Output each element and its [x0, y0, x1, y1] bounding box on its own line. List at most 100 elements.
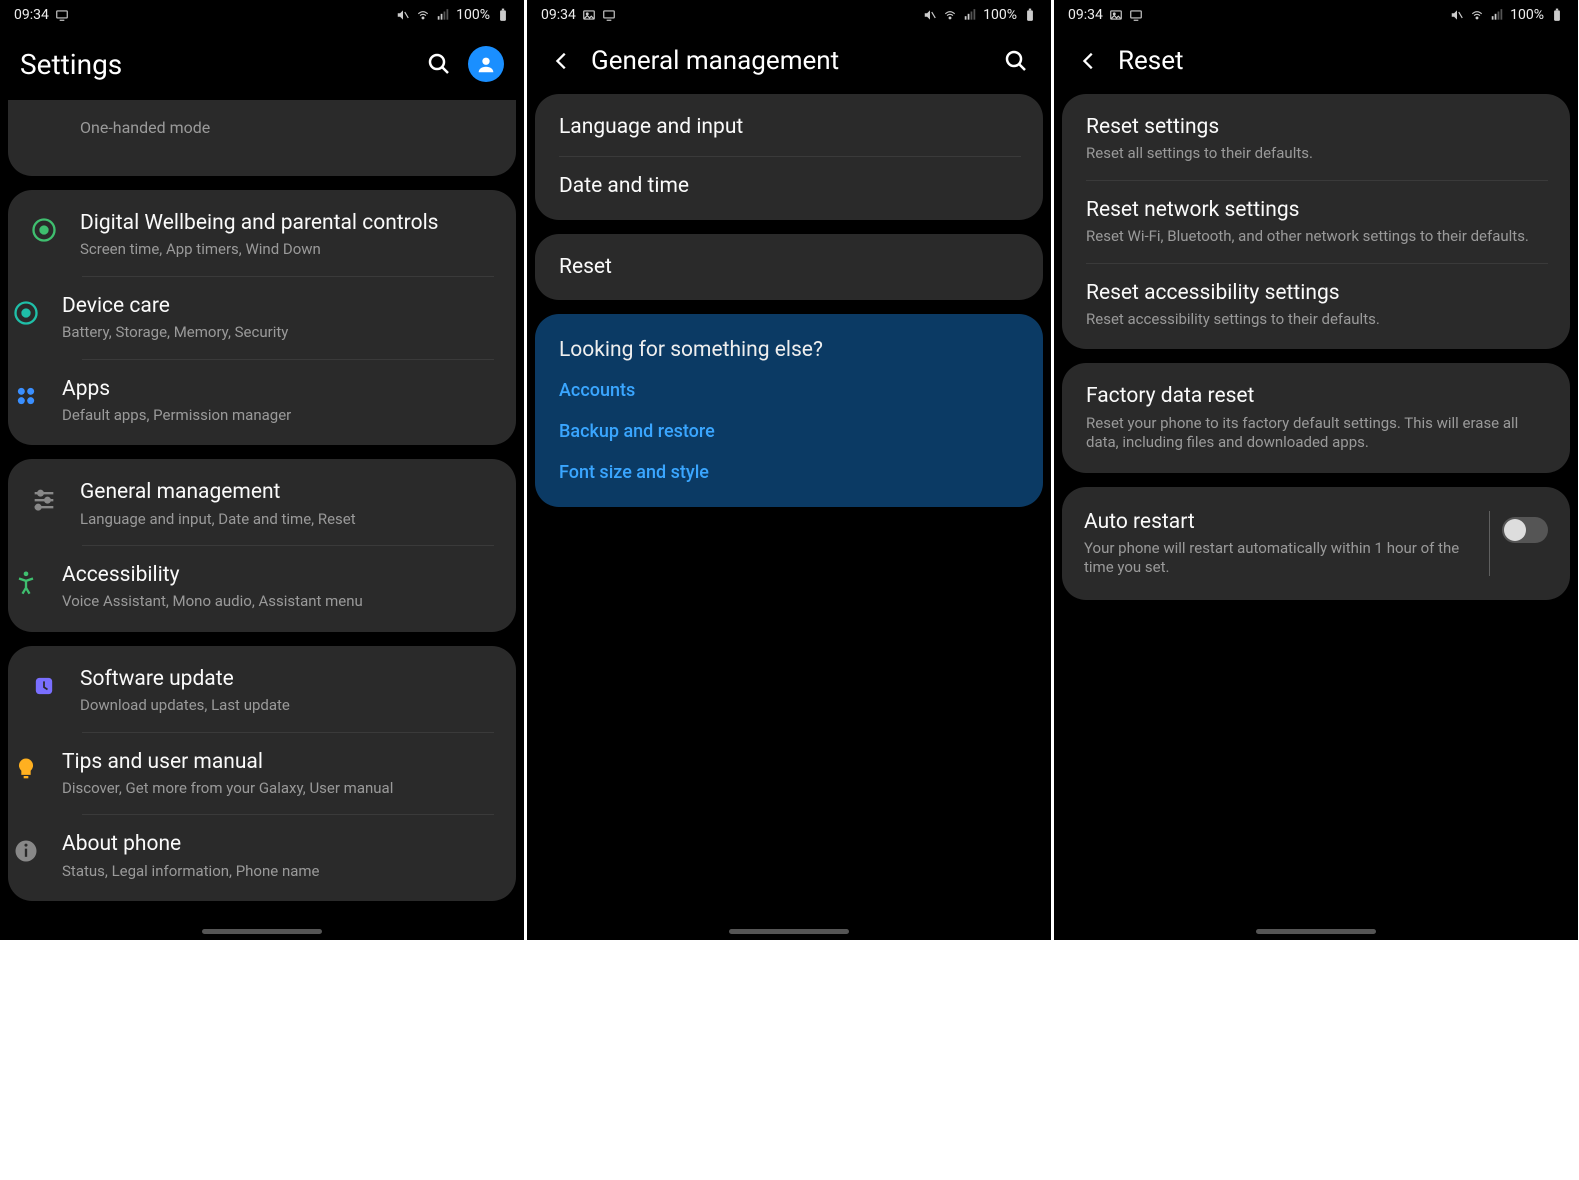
- row-sub: Download updates, Last update: [80, 696, 494, 716]
- status-time: 09:34: [541, 7, 576, 23]
- row-title: Auto restart: [1084, 509, 1465, 535]
- gm-card: Language and input Date and time: [535, 94, 1043, 220]
- settings-row-device-care[interactable]: Device care Battery, Storage, Memory, Se…: [82, 276, 494, 359]
- auto-restart-card: Auto restart Your phone will restart aut…: [1062, 487, 1570, 600]
- status-battery: 100%: [983, 7, 1017, 23]
- wifi-icon: [1470, 8, 1484, 22]
- wellbeing-icon: [26, 212, 62, 248]
- row-title: About phone: [62, 831, 494, 857]
- status-battery: 100%: [456, 7, 490, 23]
- row-title: Apps: [62, 376, 494, 402]
- row-title: Factory data reset: [1086, 383, 1548, 409]
- row-title: Device care: [62, 293, 494, 319]
- settings-card: Software update Download updates, Last u…: [8, 646, 516, 901]
- info-icon: [8, 833, 44, 869]
- gm-row-language[interactable]: Language and input: [535, 98, 1043, 156]
- settings-row-apps[interactable]: Apps Default apps, Permission manager: [82, 359, 494, 442]
- accessibility-icon: [8, 564, 44, 600]
- row-sub: Default apps, Permission manager: [62, 406, 494, 426]
- row-sub: Reset Wi-Fi, Bluetooth, and other networ…: [1086, 227, 1548, 247]
- settings-row-one-handed[interactable]: One-handed mode: [8, 102, 516, 172]
- apps-icon: [8, 378, 44, 414]
- auto-restart-row[interactable]: Auto restart Your phone will restart aut…: [1062, 491, 1570, 596]
- row-sub: Battery, Storage, Memory, Security: [62, 323, 494, 343]
- row-title: General management: [80, 479, 494, 505]
- row-sub: Voice Assistant, Mono audio, Assistant m…: [62, 592, 494, 612]
- reset-row-network[interactable]: Reset network settings Reset Wi-Fi, Blue…: [1086, 180, 1548, 263]
- looking-for-card: Looking for something else? Accounts Bac…: [535, 314, 1043, 507]
- link-backup-restore[interactable]: Backup and restore: [535, 411, 1043, 452]
- search-icon[interactable]: [424, 49, 454, 79]
- reset-row-settings[interactable]: Reset settings Reset all settings to the…: [1062, 98, 1570, 180]
- row-sub: Reset all settings to their defaults.: [1086, 144, 1548, 164]
- row-sub: Status, Legal information, Phone name: [62, 862, 494, 882]
- phone-general-management: 09:34 100% General management Language a…: [527, 0, 1051, 940]
- settings-row-accessibility[interactable]: Accessibility Voice Assistant, Mono audi…: [82, 545, 494, 628]
- row-sub: Your phone will restart automatically wi…: [1084, 539, 1465, 578]
- back-button[interactable]: [547, 46, 577, 76]
- status-time: 09:34: [14, 7, 49, 23]
- reset-row-accessibility[interactable]: Reset accessibility settings Reset acces…: [1086, 263, 1548, 346]
- mute-icon: [923, 8, 937, 22]
- settings-row-about-phone[interactable]: About phone Status, Legal information, P…: [82, 814, 494, 897]
- header: General management: [527, 30, 1051, 94]
- back-button[interactable]: [1074, 46, 1104, 76]
- settings-row-tips[interactable]: Tips and user manual Discover, Get more …: [82, 732, 494, 815]
- row-title: Reset network settings: [1086, 197, 1548, 223]
- status-bar: 09:34 100%: [527, 0, 1051, 30]
- page-title: Settings: [20, 48, 122, 81]
- signal-icon: [436, 8, 450, 22]
- image-icon: [1109, 8, 1123, 22]
- gm-card: Reset: [535, 234, 1043, 300]
- device-care-icon: [8, 295, 44, 331]
- update-icon: [26, 668, 62, 704]
- row-sub: Language and input, Date and time, Reset: [80, 510, 494, 530]
- row-title: Digital Wellbeing and parental controls: [80, 210, 494, 236]
- page-title: General management: [591, 46, 839, 76]
- nav-handle[interactable]: [1256, 929, 1376, 934]
- settings-row-general-management[interactable]: General management Language and input, D…: [8, 463, 516, 545]
- row-title: Accessibility: [62, 562, 494, 588]
- link-accounts[interactable]: Accounts: [535, 370, 1043, 411]
- reset-card: Factory data reset Reset your phone to i…: [1062, 363, 1570, 472]
- status-bar: 09:34 100%: [0, 0, 524, 30]
- row-sub: Discover, Get more from your Galaxy, Use…: [62, 779, 494, 799]
- signal-icon: [963, 8, 977, 22]
- header: Reset: [1054, 30, 1578, 94]
- gm-row-date-time[interactable]: Date and time: [559, 156, 1021, 215]
- mute-icon: [1450, 8, 1464, 22]
- phone-settings: 09:34 100% Settings One-handed mode: [0, 0, 524, 940]
- separator: [1489, 511, 1490, 576]
- status-battery: 100%: [1510, 7, 1544, 23]
- status-time: 09:34: [1068, 7, 1103, 23]
- battery-icon: [1023, 8, 1037, 22]
- settings-card: General management Language and input, D…: [8, 459, 516, 632]
- settings-row-software-update[interactable]: Software update Download updates, Last u…: [8, 650, 516, 732]
- signal-icon: [1490, 8, 1504, 22]
- sliders-icon: [26, 481, 62, 517]
- screenshot-icon: [602, 8, 616, 22]
- row-sub: Reset accessibility settings to their de…: [1086, 310, 1548, 330]
- battery-icon: [496, 8, 510, 22]
- reset-row-factory[interactable]: Factory data reset Reset your phone to i…: [1062, 367, 1570, 468]
- search-icon[interactable]: [1001, 46, 1031, 76]
- wifi-icon: [943, 8, 957, 22]
- row-title: Software update: [80, 666, 494, 692]
- row-title: Reset settings: [1086, 114, 1548, 140]
- row-sub: Screen time, App timers, Wind Down: [80, 240, 494, 260]
- nav-handle[interactable]: [729, 929, 849, 934]
- account-avatar[interactable]: [468, 46, 504, 82]
- looking-for-title: Looking for something else?: [535, 318, 1043, 370]
- image-icon: [582, 8, 596, 22]
- auto-restart-toggle[interactable]: [1502, 517, 1548, 543]
- gm-row-reset[interactable]: Reset: [535, 238, 1043, 296]
- row-title: Language and input: [559, 114, 1021, 140]
- nav-handle[interactable]: [202, 929, 322, 934]
- settings-row-wellbeing[interactable]: Digital Wellbeing and parental controls …: [8, 194, 516, 276]
- reset-card: Reset settings Reset all settings to the…: [1062, 94, 1570, 349]
- link-font-size-style[interactable]: Font size and style: [535, 452, 1043, 503]
- bulb-icon: [8, 751, 44, 787]
- status-bar: 09:34 100%: [1054, 0, 1578, 30]
- row-title: Date and time: [559, 173, 1021, 199]
- settings-card-partial: One-handed mode: [8, 100, 516, 176]
